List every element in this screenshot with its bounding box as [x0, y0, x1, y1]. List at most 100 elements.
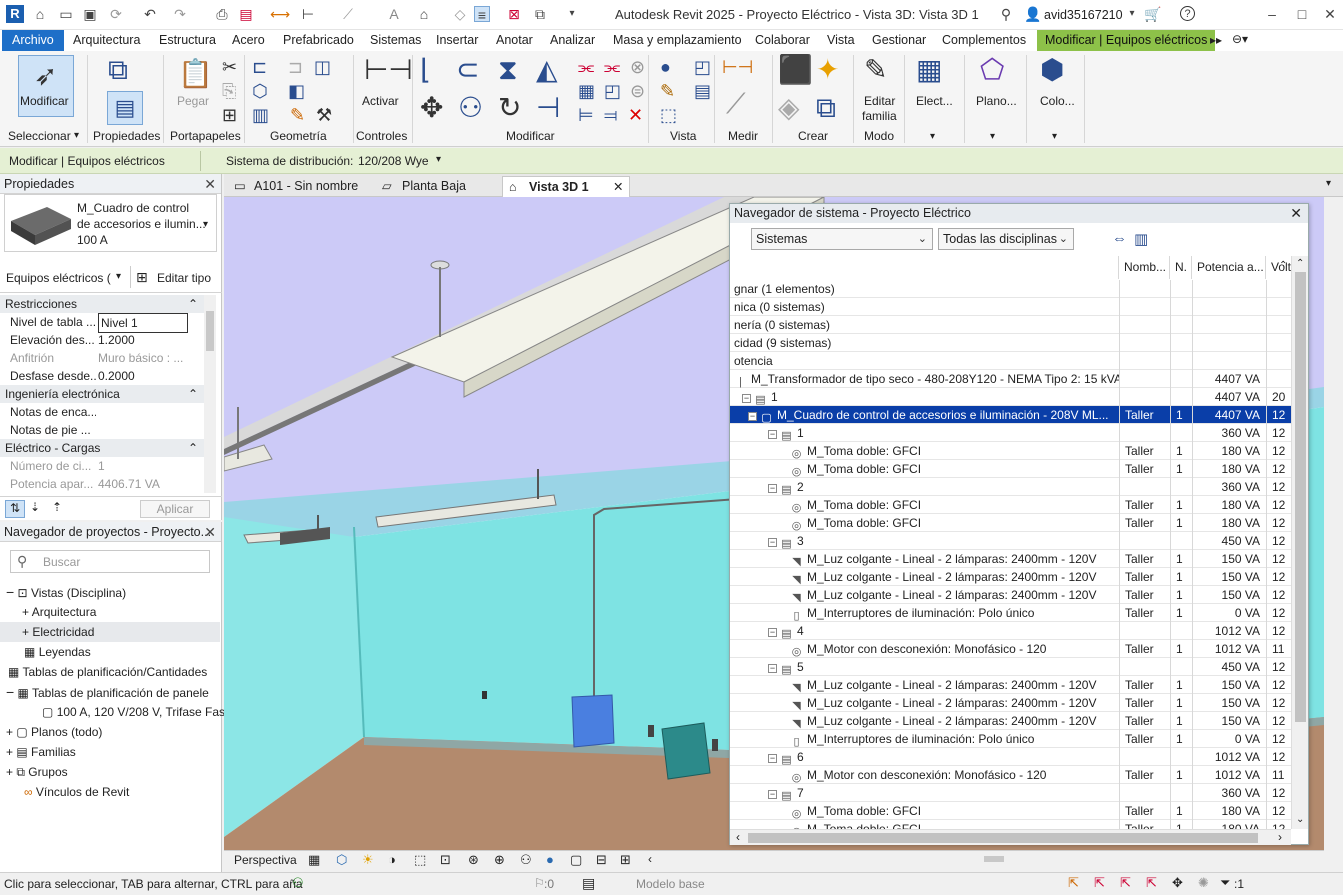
col-header-n[interactable]: N.: [1170, 256, 1192, 279]
redo-icon[interactable]: ↷: [172, 6, 188, 22]
tab-complementos[interactable]: Complementos: [942, 30, 1026, 51]
tab-gestionar[interactable]: Gestionar: [872, 30, 926, 51]
tree-item[interactable]: ▢ 100 A, 120 V/208 V, Trifase Fas: [42, 702, 225, 722]
user-name[interactable]: avid35167210: [1044, 8, 1123, 22]
switch-windows-icon[interactable]: ⧉: [532, 6, 548, 22]
table-row[interactable]: ◎M_Toma doble: GFCITaller1180 VA12: [730, 820, 1291, 829]
prop-row[interactable]: Potencia apar... 4406.71 VA: [0, 475, 204, 493]
plane-dropdown-icon[interactable]: ▾: [990, 131, 995, 142]
user-icon[interactable]: 👤: [1024, 6, 1041, 22]
match-type-icon[interactable]: ⊞: [222, 105, 237, 125]
edit-family-icon[interactable]: ✎: [864, 53, 887, 87]
tree-item[interactable]: + ▢ Planos (todo): [6, 722, 102, 742]
help-icon[interactable]: ?: [1180, 6, 1195, 21]
paste-icon[interactable]: 📋: [178, 57, 213, 91]
table-row[interactable]: ◎M_Toma doble: GFCITaller1180 VA12: [730, 460, 1291, 478]
color-dropdown-icon[interactable]: ▾: [1052, 131, 1057, 142]
section-icon[interactable]: ◇: [452, 6, 468, 22]
open-icon[interactable]: ▭: [58, 6, 74, 22]
hscroll-thumb[interactable]: [748, 833, 1258, 843]
collapse-toggle-icon[interactable]: −: [742, 394, 751, 403]
trim-multiple-icon[interactable]: ⫤: [604, 105, 618, 125]
unpin-icon[interactable]: ⊗: [630, 57, 645, 77]
override-icon[interactable]: ●: [660, 57, 671, 77]
group-seleccionar[interactable]: Seleccionar: [8, 129, 71, 143]
minimize-icon[interactable]: –: [1264, 6, 1280, 22]
dimension-icon[interactable]: ⟋: [726, 87, 746, 121]
col-header-tree[interactable]: [730, 256, 1119, 279]
wall-joins-icon[interactable]: ⬡: [252, 81, 268, 101]
collapse-toggle-icon[interactable]: −: [748, 412, 757, 421]
collapse-toggle-icon[interactable]: −: [768, 484, 777, 493]
paint-icon[interactable]: ◧: [288, 81, 305, 101]
measure-distance-icon[interactable]: ⊢⊣: [722, 57, 753, 77]
category-ingenieria[interactable]: Ingeniería electrónica ⌃: [0, 385, 204, 403]
collapse-toggle-icon[interactable]: −: [768, 664, 777, 673]
view-select[interactable]: Sistemas ⌄: [751, 228, 933, 250]
tab-anotar[interactable]: Anotar: [496, 30, 533, 51]
table-row[interactable]: | M_Transformador de tipo seco - 480-208Y…: [730, 370, 1291, 388]
align-dimension-icon[interactable]: ⟷: [270, 6, 290, 22]
tab-analizar[interactable]: Analizar: [550, 30, 595, 51]
copy-element-icon[interactable]: ⚇: [458, 91, 483, 125]
detail-level-icon[interactable]: ▦: [308, 852, 320, 868]
apply-button[interactable]: Aplicar: [140, 500, 210, 518]
sun-path-icon[interactable]: ☀: [362, 852, 374, 868]
edit-type-icon[interactable]: ⊞: [136, 269, 148, 286]
pin-icon[interactable]: ⊜: [630, 81, 645, 101]
qat-dropdown-icon[interactable]: ▾: [564, 6, 580, 22]
view-hscroll[interactable]: [984, 856, 1004, 862]
category-filter[interactable]: Equipos eléctricos (: [6, 271, 111, 285]
prop-value[interactable]: Nivel 1: [98, 313, 188, 333]
close-icon[interactable]: ✕: [1322, 6, 1338, 22]
scroll-right-icon[interactable]: ›: [1278, 830, 1282, 844]
scroll-thumb[interactable]: [1295, 272, 1306, 722]
sort-up-icon[interactable]: ⌃: [1279, 260, 1287, 271]
collapse-toggle-icon[interactable]: −: [768, 754, 777, 763]
table-row[interactable]: ◎ M_Motor con desconexión: Monofásico - 1…: [730, 640, 1291, 658]
cope-icon[interactable]: ⊏: [252, 57, 267, 77]
tree-item[interactable]: + ⧉ Grupos: [6, 762, 68, 782]
prop-row[interactable]: Número de ci... 1: [0, 457, 204, 475]
table-row[interactable]: ◥ M_Luz colgante - Lineal - 2 lámparas: 2…: [730, 586, 1291, 604]
search-input[interactable]: ⚲ Buscar: [10, 550, 210, 573]
create-group-icon[interactable]: ◈: [778, 91, 800, 125]
scale-icon[interactable]: ◰: [604, 81, 621, 101]
graphics-icon[interactable]: ▤: [694, 81, 711, 101]
table-row[interactable]: ◥ M_Luz colgante - Lineal - 2 lámparas: 2…: [730, 712, 1291, 730]
view-tab-planta-baja[interactable]: ▱ Planta Baja: [376, 176, 500, 197]
type-properties-icon[interactable]: ⧉: [108, 53, 128, 87]
table-row[interactable]: − ▤ 1 360 VA 12: [730, 424, 1291, 442]
rotate-icon[interactable]: ↻: [498, 91, 521, 125]
model-label[interactable]: Modelo base: [636, 877, 705, 891]
view-tab-vista-3d[interactable]: ⌂ Vista 3D 1 ✕: [502, 176, 630, 197]
tab-prefabricado[interactable]: Prefabricado: [283, 30, 354, 51]
tab-archivo[interactable]: Archivo: [2, 30, 64, 51]
table-row[interactable]: − ▤ 7 360 VA 12: [730, 784, 1291, 802]
tree-item[interactable]: − ⊡ Vistas (Disciplina): [6, 582, 126, 602]
plane-label[interactable]: Plano...: [976, 94, 1017, 108]
tree-item[interactable]: ∞ Vínculos de Revit: [24, 782, 129, 802]
create-assembly-icon[interactable]: ⬛: [778, 53, 813, 87]
close-icon[interactable]: ✕: [1290, 204, 1302, 223]
tree-item[interactable]: + Arquitectura: [22, 602, 96, 622]
table-row[interactable]: − ▤ 1 4407 VA 20: [730, 388, 1291, 406]
create-similar-icon[interactable]: ⧉: [816, 91, 836, 125]
table-row[interactable]: ◎M_Toma doble: GFCITaller1180 VA12: [730, 514, 1291, 532]
plane-icon[interactable]: ⬠: [980, 53, 1004, 87]
prop-row[interactable]: Elevación des... 1.2000: [0, 331, 204, 349]
design-options-icon[interactable]: ▤: [582, 875, 595, 892]
table-row[interactable]: cidad (9 sistemas): [730, 334, 1291, 352]
split-icon[interactable]: ⫘: [578, 57, 594, 77]
table-row[interactable]: ◥ M_Luz colgante - Lineal - 2 lámparas: 2…: [730, 568, 1291, 586]
revit-logo-icon[interactable]: R: [6, 5, 24, 23]
close-hidden-icon[interactable]: ⊠: [506, 6, 522, 22]
color-fill-icon[interactable]: ⬢: [1040, 53, 1064, 87]
background-process-icon[interactable]: ✺: [1198, 875, 1209, 891]
drag-elements-icon[interactable]: ✥: [1172, 875, 1183, 891]
properties-button[interactable]: ▤: [107, 91, 143, 125]
tab-estructura[interactable]: Estructura: [159, 30, 216, 51]
crop-icon[interactable]: ⊟: [596, 852, 607, 868]
tab-arquitectura[interactable]: Arquitectura: [73, 30, 140, 51]
close-icon[interactable]: ✕: [204, 522, 216, 542]
